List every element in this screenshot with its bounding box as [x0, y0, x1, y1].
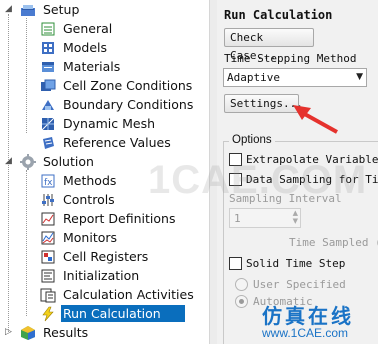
tree-item-materials[interactable]: Materials [40, 57, 122, 76]
controls-icon [40, 192, 56, 208]
reference-values-icon [40, 135, 56, 151]
tree-label: Cell Registers [63, 249, 149, 264]
check-case-button[interactable]: Check Case... [224, 28, 314, 62]
annotation-arrow-icon [293, 105, 338, 134]
expand-icon[interactable]: ▷ [4, 328, 13, 337]
tree-label: Controls [63, 192, 115, 207]
tree-label: Run Calculation [61, 305, 185, 322]
tree-item-initialization[interactable]: Initialization [40, 266, 141, 285]
automatic-radio[interactable] [235, 295, 248, 308]
user-specified-label: User Specified [253, 278, 346, 291]
dynamic-mesh-icon [40, 116, 56, 132]
tree-label: Cell Zone Conditions [63, 78, 193, 93]
svg-text:fx: fx [44, 178, 53, 188]
tree-item-boundary-conditions[interactable]: Boundary Conditions [40, 95, 195, 114]
time-stepping-dropdown[interactable]: Adaptive ▼ [223, 68, 367, 87]
boundary-icon [40, 97, 56, 113]
tree-item-solution[interactable]: Solution [20, 152, 96, 171]
tree-item-monitors[interactable]: Monitors [40, 228, 119, 247]
spinner-icon: ▲ ▼ [292, 209, 298, 225]
sampling-interval-input[interactable]: 1 ▲ ▼ [229, 208, 301, 228]
monitors-icon [40, 230, 56, 246]
solution-icon [20, 153, 36, 170]
solid-time-step-checkbox[interactable] [229, 257, 242, 270]
tree-label: Results [43, 325, 89, 340]
tree-connector [26, 170, 27, 316]
results-icon [20, 325, 36, 341]
time-sampled-label: Time Sampled (s [289, 236, 378, 249]
tree-item-cell-zone-conditions[interactable]: Cell Zone Conditions [40, 76, 194, 95]
cell-registers-icon [40, 249, 56, 265]
panel-title: Run Calculation [224, 8, 333, 22]
collapse-icon[interactable]: ◢ [4, 157, 13, 166]
tree-item-report-definitions[interactable]: Report Definitions [40, 209, 177, 228]
materials-icon [40, 59, 56, 75]
sampling-interval-value: 1 [234, 212, 241, 225]
tree-item-general[interactable]: General [40, 19, 114, 38]
tree-item-run-calculation[interactable]: Run Calculation [40, 304, 185, 323]
tree-connector [26, 18, 27, 133]
watermark-url: www.1CAE.com [262, 326, 349, 340]
tree-item-cell-registers[interactable]: Cell Registers [40, 247, 150, 266]
watermark-cn: 仿真在线 [262, 304, 354, 328]
solid-time-step-label: Solid Time Step [246, 257, 346, 270]
watermark-logo: 1CAE.COM [148, 158, 368, 202]
initialization-icon [40, 268, 56, 284]
tree-connector [8, 14, 9, 332]
tree-item-methods[interactable]: fx Methods [40, 171, 118, 190]
time-stepping-label: Time Stepping Method [224, 52, 357, 65]
report-definitions-icon [40, 211, 56, 227]
tree-item-dynamic-mesh[interactable]: Dynamic Mesh [40, 114, 157, 133]
calculation-activities-icon [40, 287, 56, 303]
tree-item-setup[interactable]: Setup [20, 0, 81, 19]
methods-icon: fx [40, 173, 56, 189]
tree-label: Calculation Activities [63, 287, 194, 302]
options-label: Options [229, 134, 275, 146]
tree-label: Dynamic Mesh [63, 116, 156, 131]
tree-label: General [63, 21, 113, 36]
tree-label: Monitors [63, 230, 118, 245]
collapse-icon[interactable]: ◢ [4, 5, 13, 14]
tree-label: Models [63, 40, 108, 55]
cell-zone-icon [40, 78, 56, 94]
tree-label: Solution [43, 154, 94, 169]
tree-item-controls[interactable]: Controls [40, 190, 117, 209]
tree-item-reference-values[interactable]: Reference Values [40, 133, 173, 152]
tree-label: Materials [63, 59, 121, 74]
time-stepping-value: Adaptive [227, 71, 280, 84]
tree-item-results[interactable]: Results [20, 323, 90, 342]
user-specified-radio[interactable] [235, 278, 248, 291]
tree-item-models[interactable]: Models [40, 38, 109, 57]
setup-icon [20, 2, 36, 18]
tree-item-calculation-activities[interactable]: Calculation Activities [40, 285, 196, 304]
lightning-icon [40, 306, 56, 322]
tree-label: Setup [43, 2, 80, 17]
chevron-down-icon: ▼ [356, 72, 363, 82]
tree-label: Methods [63, 173, 117, 188]
general-icon [40, 21, 56, 37]
tree-label: Initialization [63, 268, 140, 283]
tree-label: Boundary Conditions [63, 97, 194, 112]
tree-label: Reference Values [63, 135, 171, 150]
tree-label: Report Definitions [63, 211, 176, 226]
models-icon [40, 40, 56, 56]
